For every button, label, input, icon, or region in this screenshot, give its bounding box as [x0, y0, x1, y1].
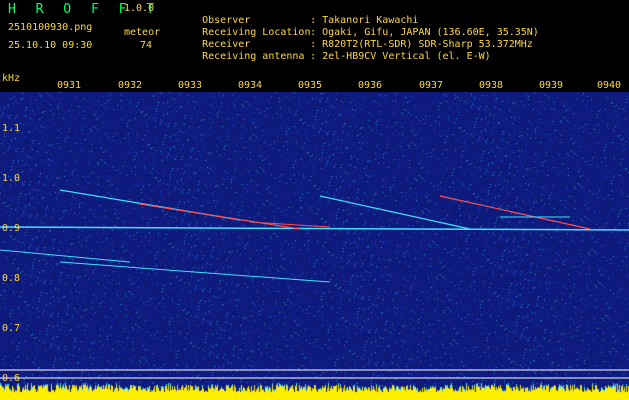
- x-tick-label: 0934: [238, 80, 263, 91]
- y-tick-label: 1.1: [2, 123, 21, 134]
- x-tick-label: 0935: [298, 80, 323, 91]
- header-panel: H R O F F T 1.0.0 2510100930.png 25.10.1…: [0, 0, 629, 72]
- y-tick-label: 0.7: [2, 323, 21, 334]
- x-tick-label: 0933: [178, 80, 203, 91]
- y-tick-label: 0.9: [2, 223, 21, 234]
- x-tick-label: 0931: [57, 80, 82, 91]
- app-version: 1.0.0: [124, 3, 155, 14]
- info-value: 2el-HB9CV Vertical (el. E-W): [322, 51, 491, 62]
- meteor-trace: [439, 195, 591, 230]
- x-tick-label: 0940: [597, 80, 622, 91]
- carrier-trace: [0, 226, 629, 231]
- info-separator: :: [310, 51, 317, 62]
- x-tick-label: 0939: [539, 80, 564, 91]
- x-tick-label: 0932: [118, 80, 143, 91]
- meteor-trace: [139, 203, 301, 230]
- y-tick-label: 0.6: [2, 373, 21, 384]
- y-axis-unit: kHz: [2, 73, 21, 84]
- x-tick-label: 0937: [419, 80, 444, 91]
- y-tick-label: 0.8: [2, 273, 21, 284]
- datetime-label: 25.10.10 09:30: [8, 40, 93, 51]
- info-row-antenna: Receiving antenna:2el-HB9CV Vertical (el…: [178, 40, 491, 73]
- meteor-count: 74: [140, 40, 153, 51]
- spectrogram-overlay: [0, 189, 629, 379]
- x-tick-label: 0936: [358, 80, 383, 91]
- filename-label: 2510100930.png: [8, 22, 93, 33]
- spectrogram-plot: [0, 92, 629, 400]
- y-tick-label: 1.0: [2, 173, 21, 184]
- meteor-trace: [59, 261, 331, 283]
- meteor-trace: [0, 249, 131, 263]
- meteor-label: meteor: [124, 27, 161, 38]
- meteor-trace: [249, 221, 331, 228]
- x-tick-label: 0938: [479, 80, 504, 91]
- info-key: Receiving antenna: [202, 51, 305, 62]
- meteor-trace: [319, 195, 471, 230]
